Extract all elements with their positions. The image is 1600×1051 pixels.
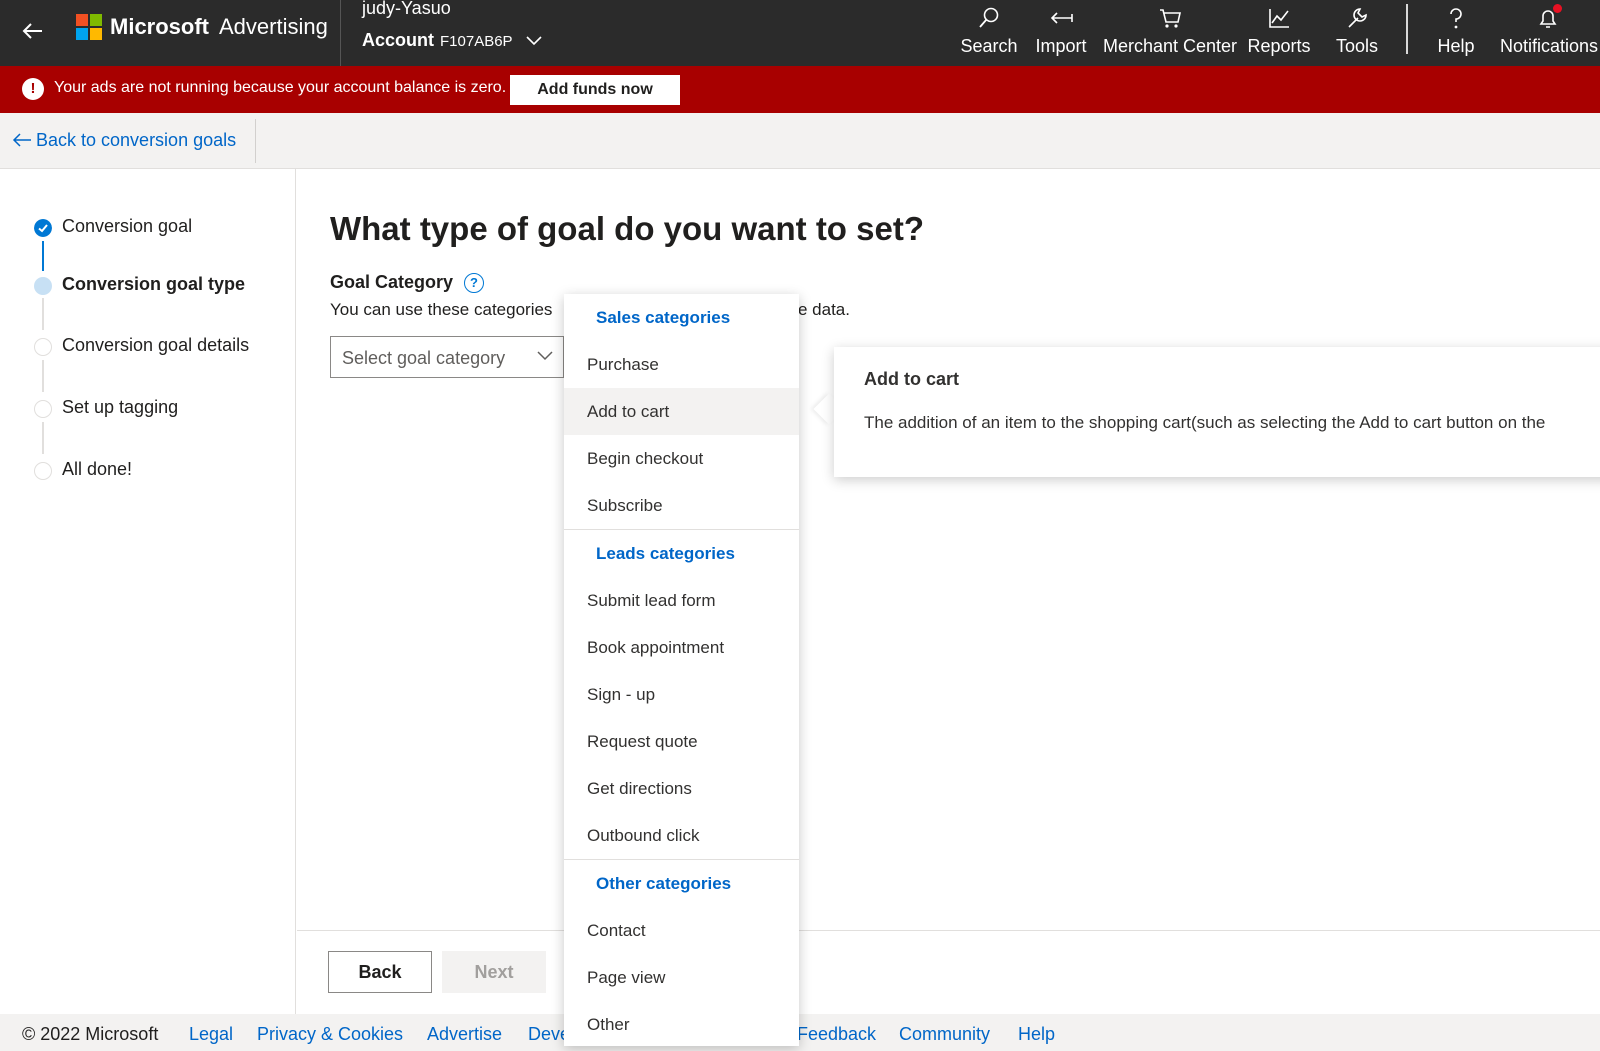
back-arrow-icon[interactable] — [18, 16, 48, 46]
footer-link-legal[interactable]: Legal — [189, 1024, 233, 1045]
step-current-indicator — [34, 277, 52, 295]
wrench-icon — [1348, 8, 1367, 28]
question-icon — [1450, 8, 1462, 29]
nav-search[interactable]: Search — [954, 4, 1024, 62]
page-title: What type of goal do you want to set? — [330, 210, 924, 247]
option-begin-checkout[interactable]: Begin checkout — [564, 435, 799, 482]
breadcrumb-bar: Back to conversion goals — [0, 113, 1600, 169]
nav-notifications-label: Notifications — [1500, 36, 1599, 56]
group-header-leads: Leads categories — [596, 544, 735, 563]
option-submit-lead-form[interactable]: Submit lead form — [564, 577, 799, 624]
step-label: Conversion goal details — [62, 335, 250, 355]
back-to-goals-link[interactable]: Back to conversion goals — [12, 130, 236, 151]
footer-link-feedback[interactable]: Feedback — [797, 1024, 876, 1045]
option-sign-up[interactable]: Sign - up — [564, 671, 799, 718]
step-label: Conversion goal type — [62, 274, 246, 294]
step-label: Conversion goal — [62, 216, 193, 236]
account-user: judy-Yasuo — [362, 0, 451, 18]
tooltip-description: The addition of an item to the shopping … — [864, 413, 1546, 432]
step-label: All done! — [62, 459, 133, 479]
account-number: F107AB6P — [440, 33, 513, 50]
goal-category-label: Goal Category — [330, 272, 454, 292]
goal-category-description: You can use these categories — [330, 300, 553, 319]
search-icon — [979, 7, 999, 28]
nav-search-label: Search — [960, 36, 1018, 56]
goal-category-dropdown: Sales categories Purchase Add to cart Be… — [564, 294, 799, 1046]
alert-text: Your ads are not running because your ac… — [54, 79, 507, 96]
category-tooltip: Add to cart The addition of an item to t… — [834, 347, 1600, 477]
nav-merchant-center[interactable]: Merchant Center — [1100, 4, 1240, 62]
brand-name[interactable]: Microsoft Advertising — [110, 14, 328, 40]
option-other[interactable]: Other — [564, 1001, 799, 1048]
nav-merchant-label: Merchant Center — [1102, 36, 1238, 56]
tooltip-title: Add to cart — [864, 369, 960, 389]
footer-link-advertise[interactable]: Advertise — [427, 1024, 502, 1045]
account-selector[interactable]: Account F107AB6P — [362, 30, 542, 51]
step-pending-indicator — [34, 400, 52, 418]
footer-link-help[interactable]: Help — [1018, 1024, 1055, 1045]
check-circle-icon — [34, 219, 52, 237]
step-connector — [42, 241, 44, 271]
nav-reports[interactable]: Reports — [1246, 4, 1312, 62]
step-connector — [42, 422, 44, 454]
brand-main: Microsoft — [110, 14, 209, 39]
import-icon — [1050, 12, 1073, 24]
alert-icon: ! — [22, 78, 44, 100]
nav-tools[interactable]: Tools — [1328, 4, 1386, 62]
option-book-appointment[interactable]: Book appointment — [564, 624, 799, 671]
step-pending-indicator — [34, 462, 52, 480]
nav-reports-label: Reports — [1247, 36, 1311, 56]
option-purchase[interactable]: Purchase — [564, 341, 799, 388]
nav-help-label: Help — [1437, 36, 1475, 56]
goal-category-select[interactable]: Select goal category — [330, 336, 564, 378]
breadcrumb-divider — [255, 119, 256, 163]
footer: © 2022 Microsoft Legal Privacy & Cookies… — [0, 1014, 1600, 1051]
nav-help[interactable]: Help — [1430, 4, 1482, 62]
top-bar: Microsoft Advertising judy-Yasuo Account F… — [0, 0, 1600, 66]
option-get-directions[interactable]: Get directions — [564, 765, 799, 812]
nav-import-label: Import — [1035, 36, 1087, 56]
next-button[interactable]: Next — [442, 951, 546, 993]
option-request-quote[interactable]: Request quote — [564, 718, 799, 765]
help-icon[interactable]: ? — [464, 273, 484, 293]
footer-link-privacy[interactable]: Privacy & Cookies — [257, 1024, 403, 1045]
step-connector — [42, 360, 44, 392]
option-contact[interactable]: Contact — [564, 907, 799, 954]
account-label: Account — [362, 30, 434, 50]
arrow-left-icon — [12, 133, 31, 147]
wizard-stepper: Conversion goal Conversion goal type Con… — [0, 169, 296, 1014]
group-header-other: Other categories — [596, 874, 732, 893]
group-header-sales: Sales categories — [596, 308, 731, 327]
option-outbound-click[interactable]: Outbound click — [564, 812, 799, 859]
add-funds-button[interactable]: Add funds now — [510, 75, 680, 105]
back-to-goals-label: Back to conversion goals — [36, 130, 237, 150]
select-placeholder: Select goal category — [342, 348, 506, 368]
actions-divider — [297, 930, 1600, 931]
copyright: © 2022 Microsoft — [22, 1024, 159, 1044]
header-divider — [340, 0, 341, 66]
option-page-view[interactable]: Page view — [564, 954, 799, 1001]
chevron-down-icon — [537, 351, 553, 361]
footer-link-community[interactable]: Community — [899, 1024, 990, 1045]
chevron-down-icon — [525, 36, 542, 46]
notification-badge — [1553, 4, 1562, 13]
nav-notifications[interactable]: Notifications — [1500, 4, 1600, 62]
step-connector — [42, 298, 44, 330]
alert-banner: ! Your ads are not running because your … — [0, 66, 1600, 113]
chart-icon — [1269, 9, 1289, 28]
nav-separator — [1406, 4, 1408, 54]
nav-import[interactable]: Import — [1030, 4, 1092, 62]
goal-category-description-end: e data. — [798, 300, 850, 319]
nav-tools-label: Tools — [1335, 36, 1379, 56]
cart-icon — [1160, 9, 1181, 28]
step-pending-indicator — [34, 338, 52, 356]
brand-sub: Advertising — [219, 14, 328, 39]
microsoft-logo — [76, 14, 102, 40]
back-button[interactable]: Back — [328, 951, 432, 993]
option-add-to-cart[interactable]: Add to cart — [564, 388, 799, 435]
option-subscribe[interactable]: Subscribe — [564, 482, 799, 529]
step-label: Set up tagging — [62, 397, 179, 417]
